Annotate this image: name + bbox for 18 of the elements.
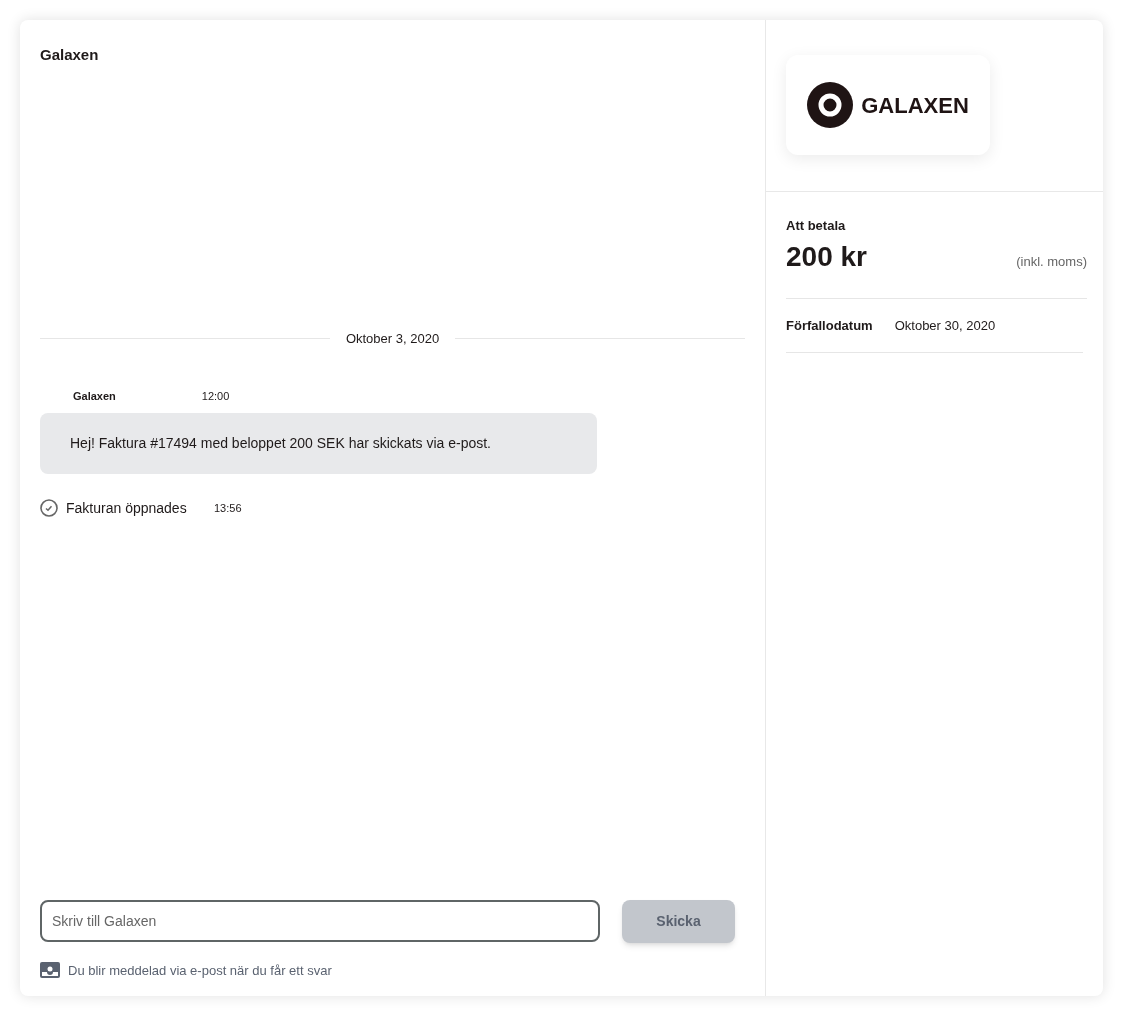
due-date-label: Förfallodatum: [786, 316, 873, 335]
logo-text: GALAXEN: [861, 91, 969, 120]
amount-value: 200 kr: [786, 239, 867, 274]
sender-name: Galaxen: [73, 389, 116, 404]
logo-ring-icon: [807, 82, 854, 128]
notice-text: Du blir meddelad via e-post när du får ett svar: [68, 961, 332, 980]
chat-title: Galaxen: [40, 45, 100, 65]
event-text: Fakturan öppnades: [66, 498, 188, 518]
check-circle-icon: [40, 499, 58, 517]
message-input[interactable]: Skriv till Galaxen: [40, 900, 600, 942]
message-time: 12:00: [201, 389, 230, 404]
event-time: 13:56: [214, 500, 242, 516]
amount-label: Att betala: [786, 217, 847, 235]
tax-note: (inkl. moms): [1016, 253, 1087, 271]
due-date-value: Oktober 30, 2020: [894, 316, 996, 335]
inbox-icon: [40, 962, 60, 979]
date-divider-label: Oktober 3, 2020: [345, 329, 440, 348]
message-bubble: Hej! Faktura #17494 med beloppet 200 SEK har skickats via e-post.: [40, 412, 597, 474]
